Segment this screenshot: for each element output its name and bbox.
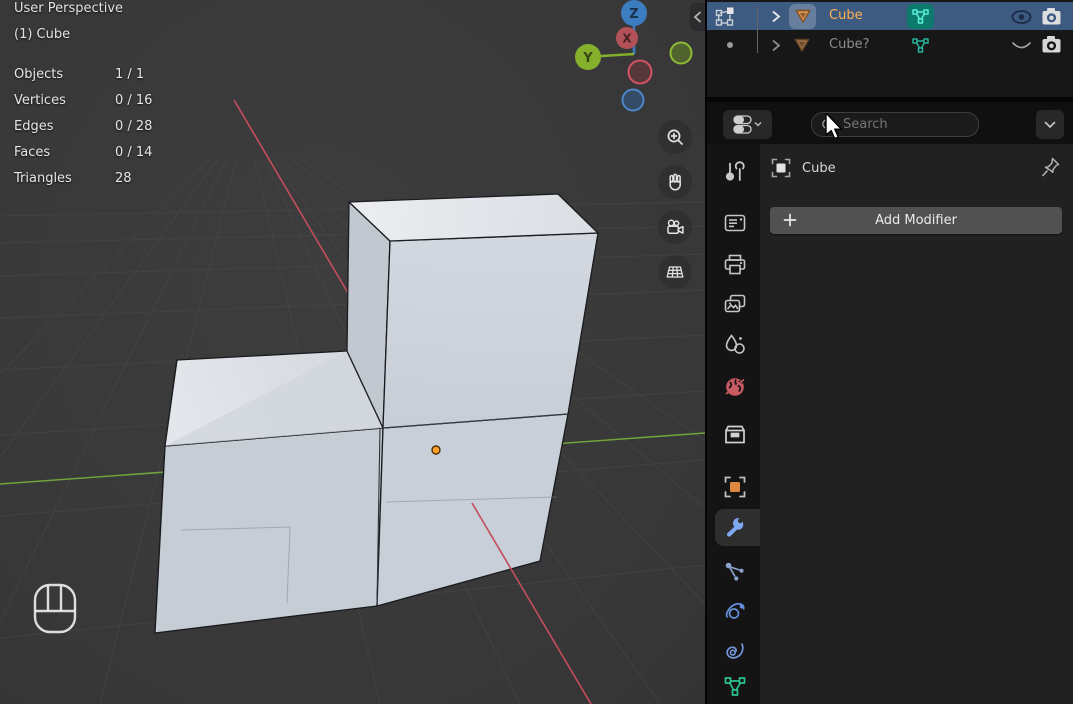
region-collapse-tab[interactable] [690,3,705,31]
mouse-cursor [825,113,849,145]
grid-projection-icon [665,262,685,282]
navigation-gizmo[interactable]: X Z Y [552,0,702,118]
tab-scene-icon[interactable] [722,332,748,358]
gizmo-neg-z-axis [623,90,644,111]
properties-header [707,102,1073,144]
stat-value: 0 / 14 [115,140,152,166]
stat-label: Objects [14,62,115,88]
outliner-item-name[interactable]: Cube? [829,31,869,59]
object-origin-dot[interactable] [432,446,440,454]
stat-label: Edges [14,114,115,140]
tab-output-icon[interactable] [722,252,748,278]
properties-tab-rail [707,144,760,704]
svg-text:Y: Y [582,51,593,66]
tab-collection-icon[interactable] [722,422,748,448]
search-input[interactable] [841,116,965,133]
blender-window: User Perspective (1) Cube Objects1 / 1 V… [0,0,1073,704]
tab-particles-icon[interactable] [722,559,748,585]
active-selection-icon [714,5,736,27]
hierarchy-indent-guide [757,6,758,53]
tab-tool-icon[interactable] [722,160,748,186]
add-modifier-button[interactable]: Add Modifier [770,207,1062,234]
active-object-label: (1) Cube [14,22,123,48]
mesh-data-icon[interactable] [907,4,934,29]
render-camera-icon[interactable] [1041,7,1062,26]
camera-view-icon [665,217,686,237]
stat-value: 28 [115,166,132,192]
visibility-eye-icon[interactable] [1010,9,1033,25]
tab-constraints-icon[interactable] [722,638,748,664]
tab-render-icon[interactable] [722,210,748,236]
cube-mesh[interactable] [155,194,598,633]
tab-object-icon[interactable] [722,474,748,500]
editor-type-button[interactable] [723,110,772,139]
stat-value: 0 / 16 [115,88,152,114]
tab-world-icon[interactable] [722,374,748,400]
header-menu-button[interactable] [1036,110,1064,139]
x-axis-line [234,100,348,293]
pin-icon[interactable] [1040,156,1061,179]
zoom-button[interactable] [658,120,692,154]
properties-editor-icon [733,115,763,134]
stat-value: 1 / 1 [115,62,144,88]
zoom-icon [665,127,685,147]
visibility-closed-eye-icon[interactable] [1010,41,1033,53]
mesh-data-icon[interactable] [911,37,930,54]
expand-chevron-icon[interactable] [770,10,782,23]
mesh-object-icon[interactable] [793,38,811,53]
mesh-object-icon[interactable] [789,4,816,29]
sidebar: Cube [705,0,1073,704]
svg-text:Z: Z [629,7,638,22]
plus-icon [782,212,798,228]
camera-view-button[interactable] [658,210,692,244]
statistics-overlay: Objects1 / 1 Vertices0 / 16 Edges0 / 28 … [14,62,152,192]
chevron-left-icon [693,11,702,23]
expand-chevron-icon[interactable] [770,39,782,52]
add-modifier-label: Add Modifier [875,213,957,228]
stat-label: Vertices [14,88,115,114]
bullet-dot-icon [727,42,733,48]
gizmo-neg-x-axis [629,61,652,84]
outliner: Cube [707,0,1073,97]
outliner-row-cube[interactable]: Cube [707,2,1073,30]
pan-hand-icon [665,172,685,192]
breadcrumb-object-name[interactable]: Cube [802,158,836,180]
outliner-row-cube2[interactable]: Cube? [707,31,1073,59]
view-perspective-label: User Perspective [14,0,123,22]
svg-text:X: X [622,32,632,46]
tab-view-layer-icon[interactable] [722,292,748,318]
tab-modifiers-icon[interactable] [722,514,748,540]
outliner-item-name[interactable]: Cube [829,2,863,30]
stat-label: Triangles [14,166,115,192]
projection-toggle-button[interactable] [658,255,692,289]
object-breadcrumb-icon [770,157,792,179]
viewport-header-text: User Perspective (1) Cube [14,0,123,48]
properties-editor: Cube Add Modifier [707,144,1073,704]
stat-value: 0 / 28 [115,114,152,140]
chevron-down-icon [1044,121,1056,129]
3d-viewport[interactable]: User Perspective (1) Cube Objects1 / 1 V… [0,0,705,704]
tab-physics-icon[interactable] [722,599,748,625]
gizmo-neg-y-axis [671,43,692,64]
render-camera-icon[interactable] [1041,35,1062,54]
tab-object-data-icon[interactable] [722,675,748,701]
stat-label: Faces [14,140,115,166]
pan-button[interactable] [658,165,692,199]
mouse-icon [33,583,79,635]
